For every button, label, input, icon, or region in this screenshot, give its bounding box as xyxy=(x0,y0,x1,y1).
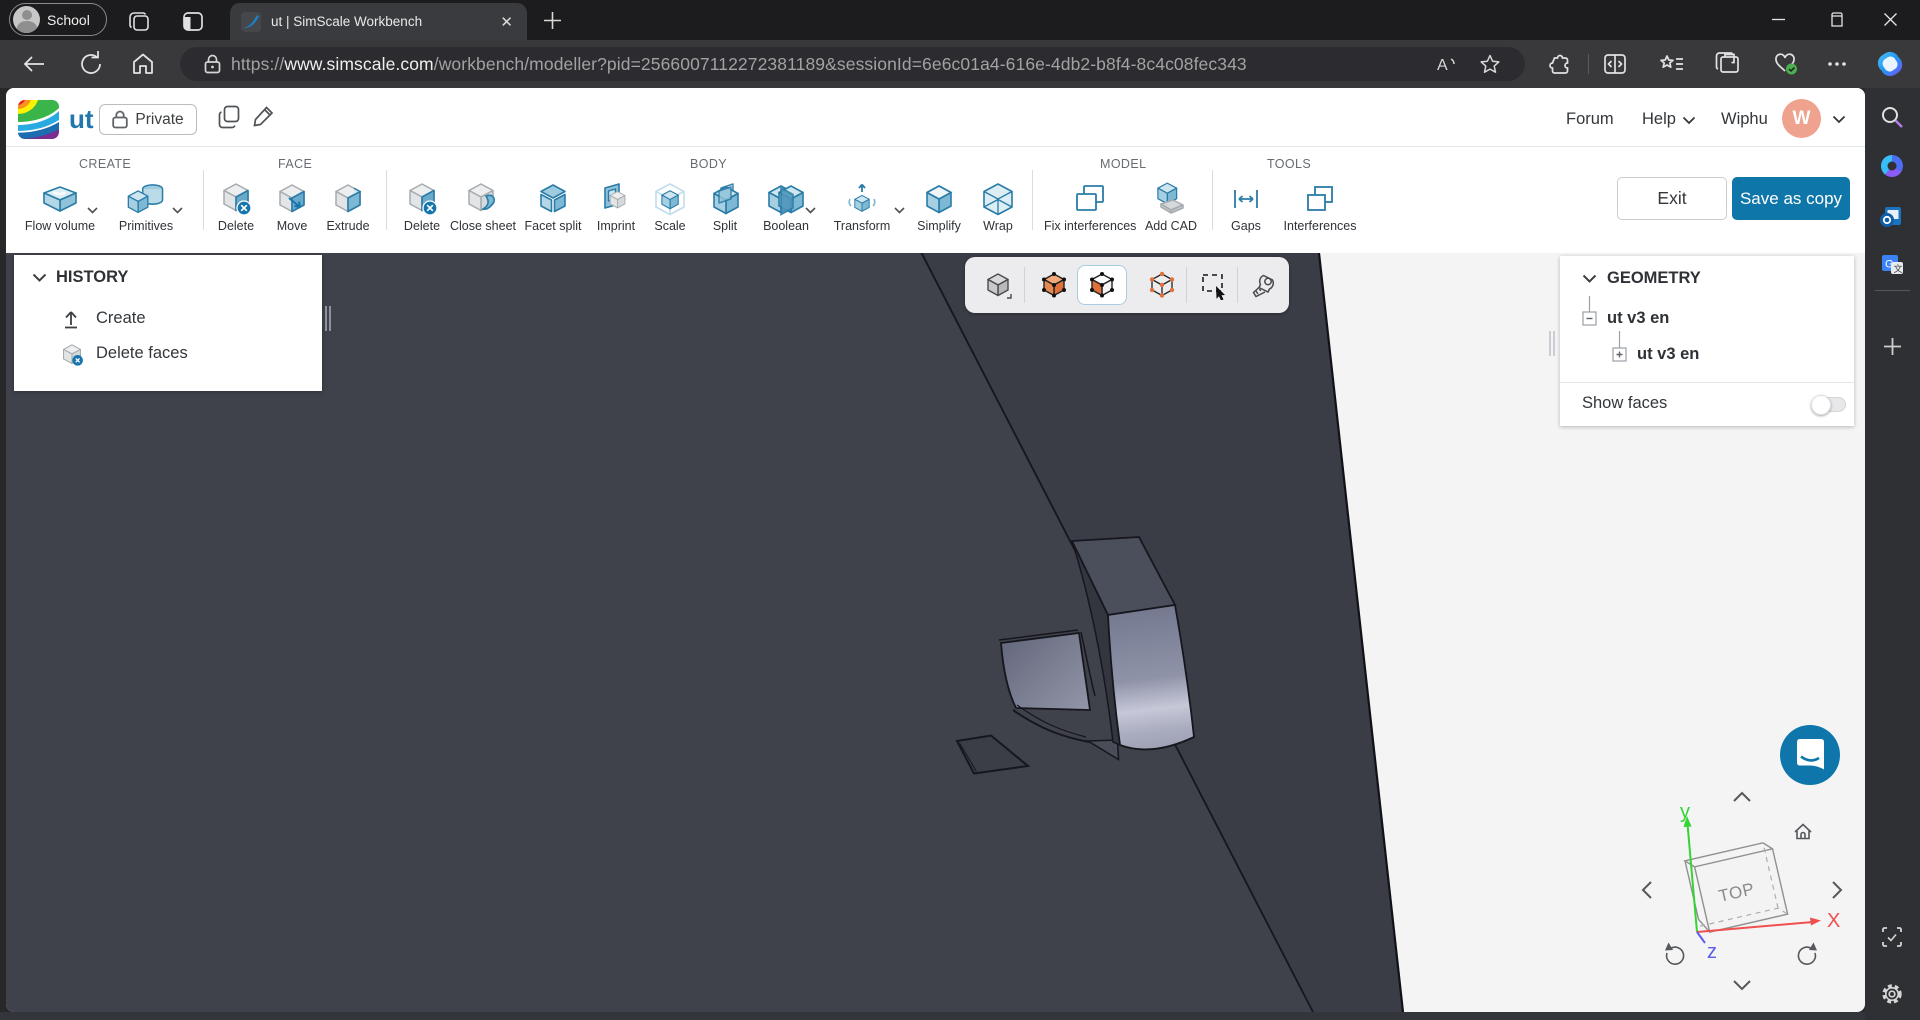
svg-text:文: 文 xyxy=(1894,263,1903,274)
svg-text:A: A xyxy=(1437,57,1448,73)
svg-text:y: y xyxy=(1680,801,1690,823)
svg-text:z: z xyxy=(1707,941,1717,963)
svg-text:X: X xyxy=(1827,910,1840,932)
